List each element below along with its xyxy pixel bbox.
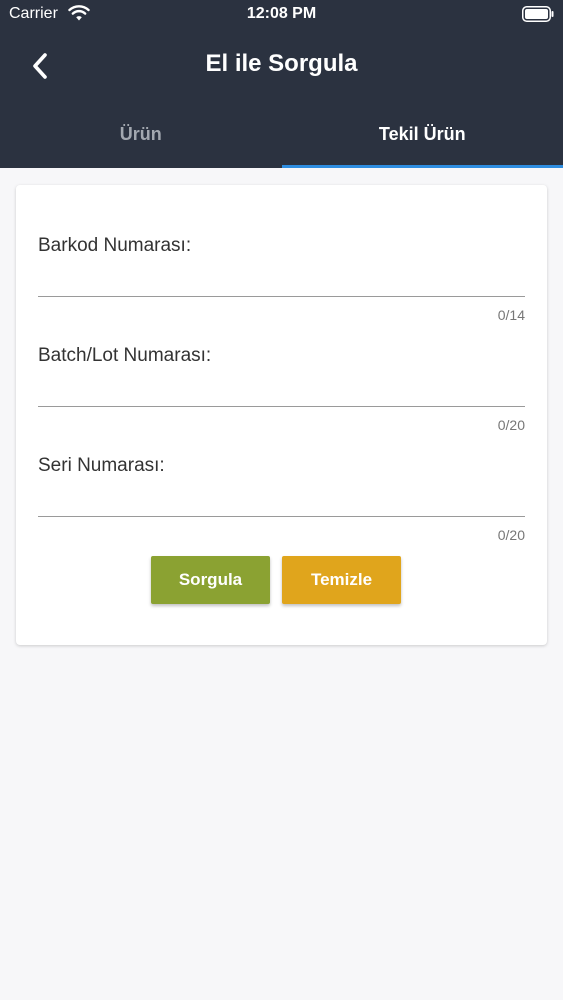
barcode-counter: 0/14	[497, 307, 525, 323]
batch-lot-label: Batch/Lot Numarası:	[38, 345, 212, 366]
status-bar: Carrier 12:08 PM	[0, 0, 563, 30]
tab-tekil-urun[interactable]: Tekil Ürün	[281, 108, 563, 168]
serial-counter: 0/20	[497, 527, 525, 543]
page-title: El ile Sorgula	[205, 50, 358, 77]
serial-label: Seri Numarası:	[38, 455, 165, 476]
tab-bar: Ürün Tekil Ürün	[0, 108, 563, 168]
top-bar: Carrier 12:08 PM El ile Sorgula Ürün Tek…	[0, 0, 563, 168]
status-time: 12:08 PM	[246, 5, 317, 22]
clear-button[interactable]: Temizle	[282, 556, 401, 604]
tab-urun[interactable]: Ürün	[0, 108, 282, 168]
battery-icon	[522, 6, 554, 22]
batch-lot-counter: 0/20	[497, 417, 525, 433]
serial-input[interactable]	[38, 485, 525, 517]
barcode-label: Barkod Numarası:	[38, 235, 192, 256]
query-form-card: Barkod Numarası: 0/14 Batch/Lot Numarası…	[16, 185, 547, 645]
batch-lot-input[interactable]	[38, 375, 525, 407]
query-button[interactable]: Sorgula	[151, 556, 270, 604]
barcode-input[interactable]	[38, 265, 525, 297]
